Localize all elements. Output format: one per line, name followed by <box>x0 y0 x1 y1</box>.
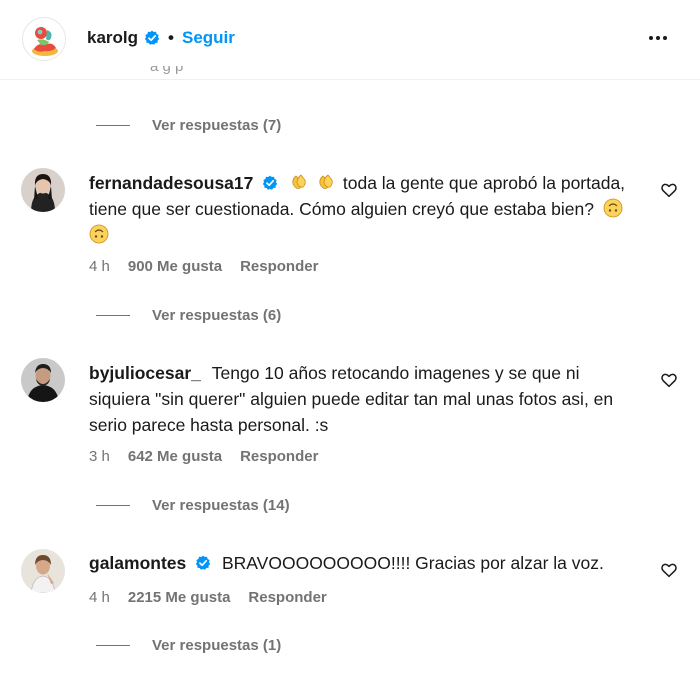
like-heart-icon[interactable] <box>660 561 678 579</box>
reply-button[interactable]: Responder <box>240 448 318 465</box>
comment-body: galamontes BRAVOOOOOOOOO!!!! Gracias por… <box>89 550 629 576</box>
comment-time: 4 h <box>89 589 110 606</box>
reply-button[interactable]: Responder <box>240 258 318 275</box>
comment-time: 4 h <box>89 258 110 275</box>
comment-likes[interactable]: 2215 Me gusta <box>128 589 231 606</box>
upside-down-face-emoji-icon <box>89 224 109 244</box>
profile-avatar[interactable] <box>22 17 66 61</box>
view-replies-label: Ver respuestas (6) <box>152 307 282 324</box>
verified-badge-icon <box>144 30 160 45</box>
view-replies-button[interactable]: Ver respuestas (7) <box>96 117 281 134</box>
comment-username[interactable]: fernandadesousa17 <box>89 173 253 193</box>
comment-likes[interactable]: 900 Me gusta <box>128 258 222 275</box>
verified-badge-icon <box>263 175 278 190</box>
view-replies-label: Ver respuestas (7) <box>152 117 282 134</box>
comment-meta: 4 h 2215 Me gusta Responder <box>89 589 327 606</box>
clapping-hands-emoji-icon <box>319 174 333 189</box>
comment-username[interactable]: galamontes <box>89 553 186 573</box>
reply-button[interactable]: Responder <box>248 589 326 606</box>
comment-likes[interactable]: 642 Me gusta <box>128 448 222 465</box>
cutoff-text: a g p <box>150 66 184 75</box>
avatar-image-icon <box>24 19 65 60</box>
header-username[interactable]: karolg <box>87 28 138 48</box>
comment-meta: 3 h 642 Me gusta Responder <box>89 448 318 465</box>
header-user-row: karolg • Seguir <box>87 28 235 48</box>
comment-meta: 4 h 900 Me gusta Responder <box>89 258 318 275</box>
follow-button[interactable]: Seguir <box>182 28 235 48</box>
post-header: karolg • Seguir <box>0 0 700 80</box>
replies-line <box>96 505 130 506</box>
view-replies-label: Ver respuestas (1) <box>152 637 282 654</box>
like-heart-icon[interactable] <box>660 371 678 389</box>
upside-down-face-emoji-icon <box>603 198 623 218</box>
user-photo-icon <box>21 358 65 402</box>
comment-avatar[interactable] <box>21 549 65 593</box>
clapping-hands-emoji-icon <box>292 174 306 189</box>
cutoff-comment-text: a g p <box>150 66 350 80</box>
verified-badge-icon <box>195 555 211 570</box>
more-horizontal-icon[interactable] <box>646 26 670 50</box>
header-separator: • <box>168 28 174 47</box>
view-replies-label: Ver respuestas (14) <box>152 497 290 514</box>
user-photo-icon <box>21 549 65 593</box>
comment-text: BRAVOOOOOOOOO!!!! Gracias por alzar la v… <box>222 553 604 573</box>
comment-avatar[interactable] <box>21 168 65 212</box>
replies-line <box>96 315 130 316</box>
view-replies-button[interactable]: Ver respuestas (14) <box>96 497 290 514</box>
comment-username[interactable]: byjuliocesar_ <box>89 363 201 383</box>
view-replies-button[interactable]: Ver respuestas (1) <box>96 637 281 654</box>
like-heart-icon[interactable] <box>660 181 678 199</box>
replies-line <box>96 125 130 126</box>
view-replies-button[interactable]: Ver respuestas (6) <box>96 307 281 324</box>
comment-body: byjuliocesar_ Tengo 10 años retocando im… <box>89 360 629 438</box>
comment-time: 3 h <box>89 448 110 465</box>
replies-line <box>96 645 130 646</box>
comment-body: fernandadesousa17 toda la gente que apro… <box>89 170 629 248</box>
comment-avatar[interactable] <box>21 358 65 402</box>
user-photo-icon <box>21 168 65 212</box>
